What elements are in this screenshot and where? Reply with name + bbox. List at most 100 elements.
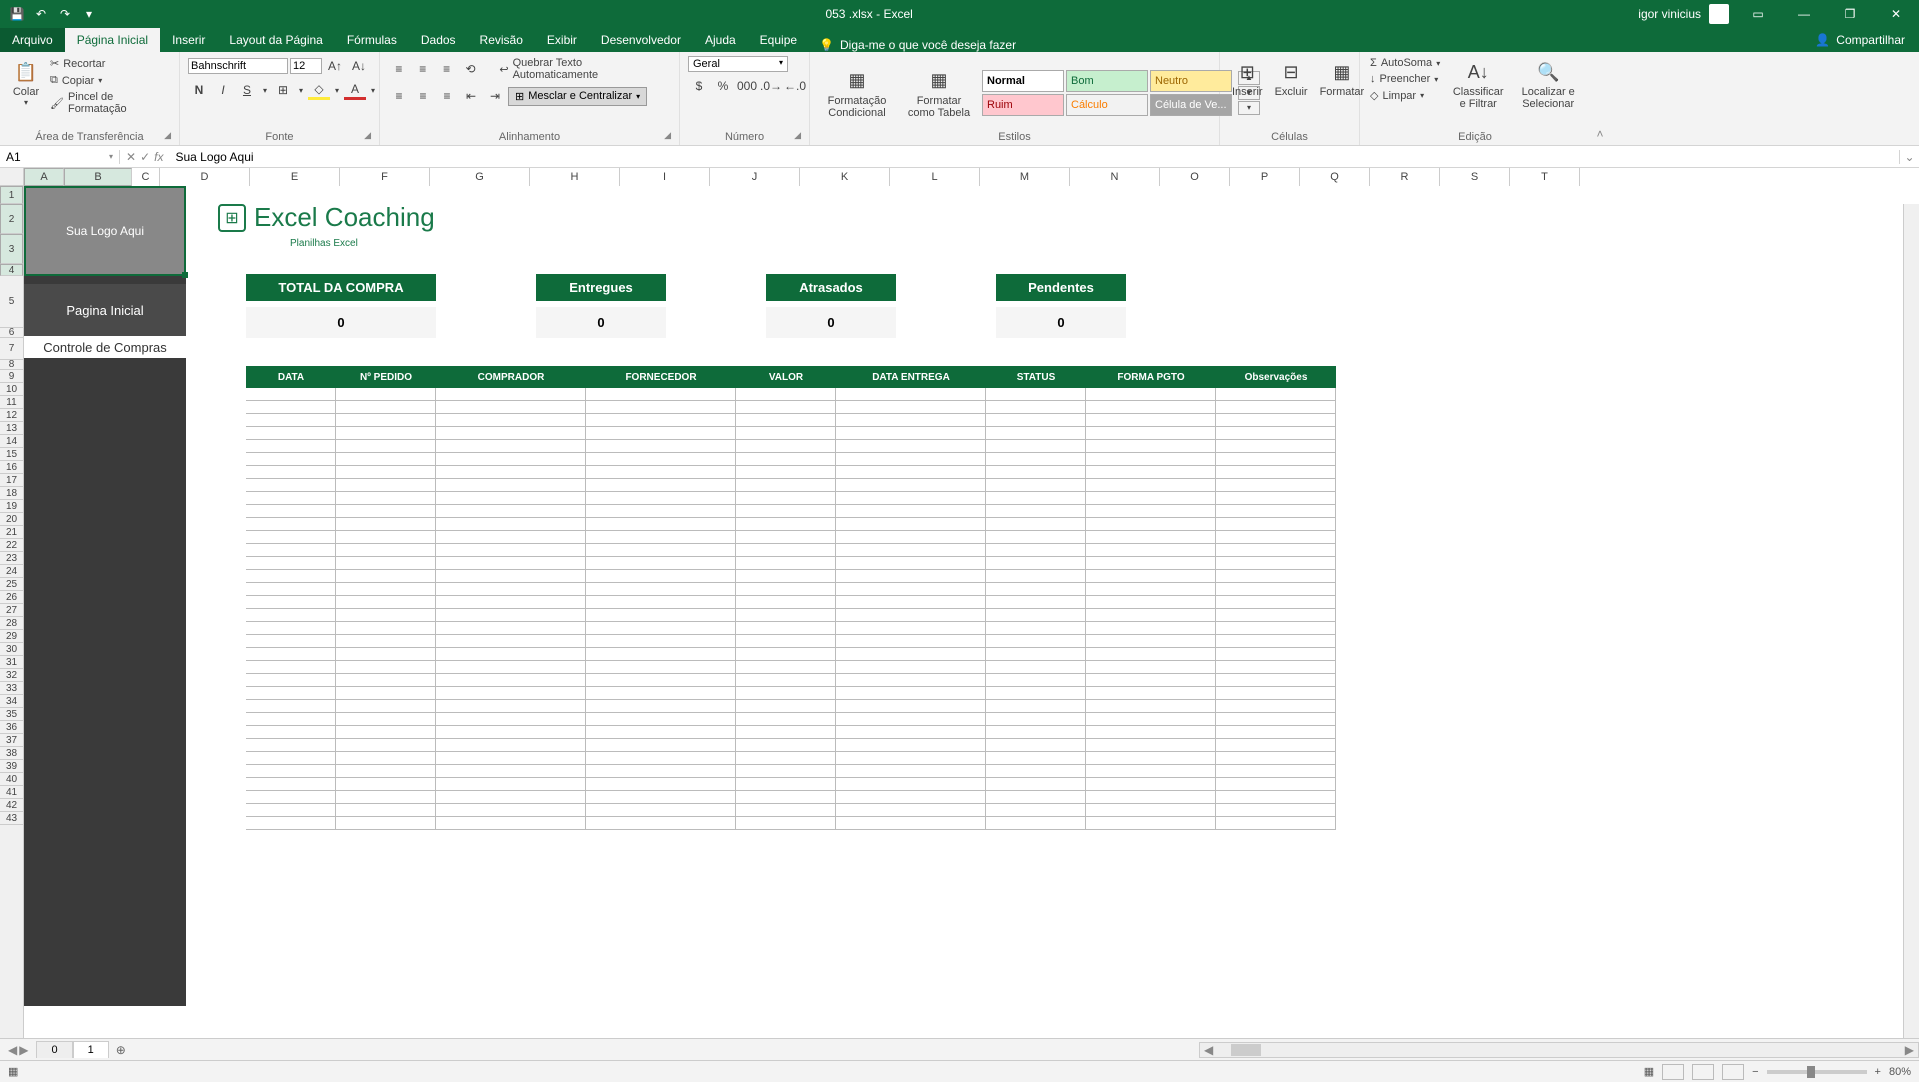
- table-cell[interactable]: [836, 414, 986, 426]
- table-cell[interactable]: [586, 661, 736, 673]
- decrease-font-icon[interactable]: A↓: [348, 56, 370, 76]
- row-header-15[interactable]: 15: [0, 448, 23, 461]
- table-cell[interactable]: [436, 713, 586, 725]
- table-cell[interactable]: [246, 570, 336, 582]
- table-cell[interactable]: [986, 596, 1086, 608]
- table-cell[interactable]: [836, 453, 986, 465]
- underline-button[interactable]: S: [236, 80, 258, 100]
- table-cell[interactable]: [736, 518, 836, 530]
- table-row[interactable]: [246, 388, 1336, 401]
- undo-icon[interactable]: ↶: [32, 5, 50, 23]
- table-cell[interactable]: [586, 648, 736, 660]
- table-row[interactable]: [246, 596, 1336, 609]
- table-cell[interactable]: [836, 401, 986, 413]
- table-cell[interactable]: [336, 427, 436, 439]
- table-cell[interactable]: [836, 765, 986, 777]
- table-row[interactable]: [246, 804, 1336, 817]
- table-row[interactable]: [246, 583, 1336, 596]
- table-cell[interactable]: [246, 544, 336, 556]
- table-cell[interactable]: [1216, 479, 1336, 491]
- table-row[interactable]: [246, 401, 1336, 414]
- record-macro-icon[interactable]: ▦: [8, 1065, 18, 1078]
- format-painter-button[interactable]: 🖌Pincel de Formatação: [48, 90, 171, 116]
- table-cell[interactable]: [436, 518, 586, 530]
- table-cell[interactable]: [586, 570, 736, 582]
- row-header-2[interactable]: 2: [0, 204, 23, 234]
- zoom-in-button[interactable]: +: [1875, 1066, 1881, 1078]
- table-row[interactable]: [246, 778, 1336, 791]
- formula-bar-input[interactable]: [169, 150, 1899, 164]
- table-cell[interactable]: [586, 596, 736, 608]
- table-cell[interactable]: [246, 492, 336, 504]
- col-header-D[interactable]: D: [160, 168, 250, 186]
- table-cell[interactable]: [1216, 661, 1336, 673]
- table-cell[interactable]: [736, 752, 836, 764]
- insert-cells-button[interactable]: ⊞Inserir: [1228, 56, 1267, 100]
- table-cell[interactable]: [436, 427, 586, 439]
- table-cell[interactable]: [336, 479, 436, 491]
- col-header-J[interactable]: J: [710, 168, 800, 186]
- table-cell[interactable]: [336, 635, 436, 647]
- table-cell[interactable]: [336, 401, 436, 413]
- col-header-O[interactable]: O: [1160, 168, 1230, 186]
- table-cell[interactable]: [1216, 414, 1336, 426]
- font-color-button[interactable]: A: [344, 80, 366, 100]
- collapse-ribbon-icon[interactable]: ˄: [1590, 52, 1610, 145]
- table-cell[interactable]: [336, 739, 436, 751]
- table-cell[interactable]: [436, 583, 586, 595]
- table-cell[interactable]: [986, 583, 1086, 595]
- table-cell[interactable]: [1086, 479, 1216, 491]
- table-cell[interactable]: [986, 687, 1086, 699]
- underline-dropdown-icon[interactable]: ▾: [260, 80, 270, 100]
- table-cell[interactable]: [736, 739, 836, 751]
- row-header-26[interactable]: 26: [0, 591, 23, 604]
- table-cell[interactable]: [1216, 739, 1336, 751]
- table-cell[interactable]: [1086, 713, 1216, 725]
- table-cell[interactable]: [246, 791, 336, 803]
- row-header-17[interactable]: 17: [0, 474, 23, 487]
- logo-placeholder-cell[interactable]: Sua Logo Aqui: [24, 186, 186, 276]
- table-cell[interactable]: [436, 401, 586, 413]
- table-cell[interactable]: [246, 609, 336, 621]
- table-cell[interactable]: [586, 817, 736, 829]
- style-bad[interactable]: Ruim: [982, 94, 1064, 116]
- sheet-tab-0[interactable]: 0: [36, 1041, 72, 1058]
- table-cell[interactable]: [436, 778, 586, 790]
- col-header-C[interactable]: C: [132, 168, 160, 186]
- currency-icon[interactable]: $: [688, 76, 710, 96]
- table-cell[interactable]: [1086, 440, 1216, 452]
- align-left-icon[interactable]: ≡: [388, 86, 410, 106]
- table-cell[interactable]: [246, 622, 336, 634]
- table-row[interactable]: [246, 531, 1336, 544]
- table-cell[interactable]: [436, 674, 586, 686]
- table-cell[interactable]: [336, 531, 436, 543]
- table-cell[interactable]: [1086, 648, 1216, 660]
- table-cell[interactable]: [736, 622, 836, 634]
- enter-formula-icon[interactable]: ✓: [140, 150, 150, 164]
- table-cell[interactable]: [246, 531, 336, 543]
- style-good[interactable]: Bom: [1066, 70, 1148, 92]
- cut-button[interactable]: ✂Recortar: [48, 56, 171, 71]
- table-cell[interactable]: [986, 791, 1086, 803]
- table-cell[interactable]: [736, 557, 836, 569]
- table-cell[interactable]: [586, 427, 736, 439]
- col-header-A[interactable]: A: [24, 168, 64, 186]
- table-cell[interactable]: [836, 713, 986, 725]
- table-cell[interactable]: [336, 778, 436, 790]
- table-cell[interactable]: [736, 713, 836, 725]
- table-cell[interactable]: [986, 674, 1086, 686]
- table-cell[interactable]: [986, 661, 1086, 673]
- zoom-level[interactable]: 80%: [1889, 1066, 1911, 1078]
- align-bottom-icon[interactable]: ≡: [436, 59, 458, 79]
- table-cell[interactable]: [436, 765, 586, 777]
- table-cell[interactable]: [1216, 791, 1336, 803]
- table-cell[interactable]: [436, 739, 586, 751]
- table-cell[interactable]: [586, 791, 736, 803]
- row-header-25[interactable]: 25: [0, 578, 23, 591]
- table-cell[interactable]: [246, 765, 336, 777]
- table-cell[interactable]: [1216, 778, 1336, 790]
- col-header-F[interactable]: F: [340, 168, 430, 186]
- redo-icon[interactable]: ↷: [56, 5, 74, 23]
- table-cell[interactable]: [246, 583, 336, 595]
- table-cell[interactable]: [736, 505, 836, 517]
